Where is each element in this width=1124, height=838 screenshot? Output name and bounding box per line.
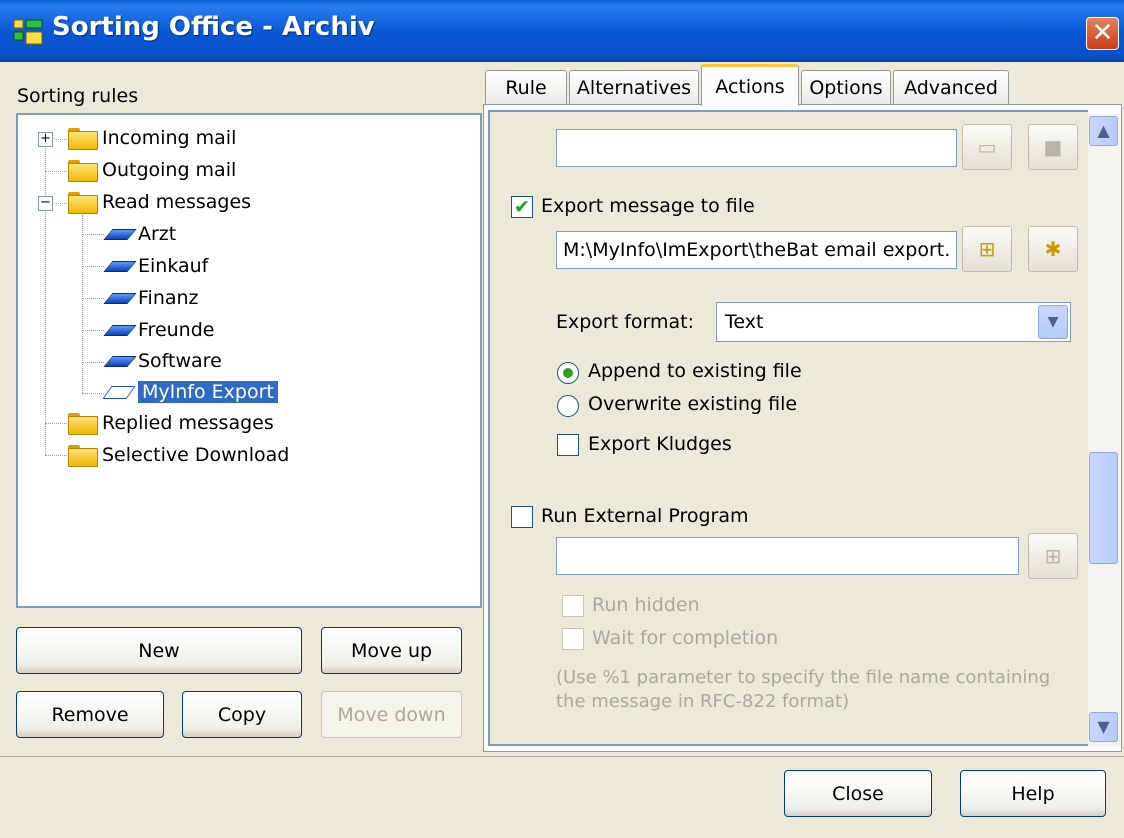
new-rule-button[interactable]: New <box>16 627 302 674</box>
window-title: Sorting Office - Archiv <box>52 12 375 42</box>
parameter-hint-line2: the message in RFC-822 format) <box>556 691 850 712</box>
rule-icon <box>104 353 134 369</box>
rule-icon <box>104 322 134 338</box>
scroll-up-icon[interactable]: ▲ <box>1089 116 1118 146</box>
tree-item-arzt[interactable]: Arzt <box>104 219 176 249</box>
append-radio[interactable] <box>557 362 579 384</box>
export-format-value: Text <box>725 311 764 333</box>
export-to-file-label: Export message to file <box>541 195 755 217</box>
title-bar: Sorting Office - Archiv ✕ <box>0 0 1124 62</box>
folder-icon <box>68 413 98 435</box>
tree-item-label: Replied messages <box>102 412 274 434</box>
wait-completion-label: Wait for completion <box>592 627 779 649</box>
tree-item-label: Incoming mail <box>102 127 237 149</box>
top-action-field[interactable] <box>556 129 957 167</box>
parameter-hint-line1: (Use %1 parameter to specify the file na… <box>556 667 1051 688</box>
move-down-button[interactable]: Move down <box>321 691 462 738</box>
collapse-read-icon[interactable]: − <box>38 196 53 211</box>
tree-item-label: Freunde <box>138 319 215 341</box>
rule-icon <box>104 226 134 242</box>
sorting-rules-label: Sorting rules <box>17 85 139 107</box>
run-hidden-label: Run hidden <box>592 594 700 616</box>
export-path-field[interactable]: M:\MyInfo\ImExport\theBat email export. <box>556 231 957 269</box>
sorting-rules-tree[interactable]: + − Incoming mail Outgoing mail Read mes… <box>16 113 482 608</box>
address-card-icon: ▭ <box>977 135 997 159</box>
tree-item-label: Software <box>138 350 222 372</box>
run-hidden-checkbox[interactable] <box>562 595 584 617</box>
tree-item-label: Read messages <box>102 191 252 213</box>
footer-divider <box>0 756 1124 757</box>
folder-icon <box>68 445 98 467</box>
close-window-button[interactable]: ✕ <box>1086 17 1119 50</box>
stamp-button[interactable]: ■ <box>1028 124 1078 170</box>
tab-rule[interactable]: Rule <box>485 70 567 104</box>
tree-item-myinfo-export[interactable]: MyInfo Export <box>104 377 278 407</box>
export-format-select[interactable]: Text ▼ <box>716 302 1071 342</box>
tree-item-freunde[interactable]: Freunde <box>104 315 214 345</box>
rule-icon <box>104 290 134 306</box>
tree-item-selective-download[interactable]: Selective Download <box>68 440 289 470</box>
new-file-button[interactable]: ✱ <box>1028 226 1078 272</box>
tree-item-outgoing-mail[interactable]: Outgoing mail <box>68 155 236 185</box>
export-to-file-checkbox[interactable]: ✔ <box>511 196 533 218</box>
tree-item-label: Selective Download <box>102 444 290 466</box>
expand-incoming-icon[interactable]: + <box>38 132 53 147</box>
tree-item-read-messages[interactable]: Read messages <box>68 187 251 217</box>
rule-icon <box>104 258 134 274</box>
chevron-down-icon[interactable]: ▼ <box>1038 305 1068 339</box>
tree-item-label: Einkauf <box>138 255 209 277</box>
folder-tree-icon: ⊞ <box>978 237 996 261</box>
external-program-field[interactable] <box>556 537 1019 575</box>
rule-open-icon <box>104 383 134 401</box>
close-button[interactable]: Close <box>784 770 932 817</box>
overwrite-label: Overwrite existing file <box>588 393 798 415</box>
tree-item-incoming-mail[interactable]: Incoming mail <box>68 123 236 153</box>
export-format-label: Export format: <box>556 311 695 333</box>
wait-completion-checkbox[interactable] <box>562 628 584 650</box>
new-file-icon: ✱ <box>1044 237 1062 261</box>
export-kludges-checkbox[interactable] <box>557 434 579 456</box>
tree-item-replied-messages[interactable]: Replied messages <box>68 408 274 438</box>
address-book-button[interactable]: ▭ <box>962 124 1012 170</box>
help-button[interactable]: Help <box>960 770 1106 817</box>
tab-alternatives[interactable]: Alternatives <box>569 70 699 104</box>
folder-icon <box>68 128 98 150</box>
tab-actions[interactable]: Actions <box>701 64 799 106</box>
tree-item-finanz[interactable]: Finanz <box>104 283 199 313</box>
tree-item-label: Arzt <box>138 223 177 245</box>
tree-item-software[interactable]: Software <box>104 346 222 376</box>
stamp-icon: ■ <box>1043 135 1063 159</box>
folder-tree-icon: ⊞ <box>1044 544 1062 568</box>
vertical-scrollbar[interactable] <box>1088 114 1120 746</box>
scroll-thumb[interactable] <box>1089 452 1118 564</box>
move-up-button[interactable]: Move up <box>321 627 462 674</box>
run-external-checkbox[interactable] <box>511 506 533 528</box>
append-label: Append to existing file <box>588 360 802 382</box>
tree-item-label: Outgoing mail <box>102 159 237 181</box>
copy-rule-button[interactable]: Copy <box>182 691 302 738</box>
tab-options[interactable]: Options <box>801 70 891 104</box>
folder-icon <box>68 192 98 214</box>
tree-item-label: Finanz <box>138 287 199 309</box>
folder-icon <box>68 160 98 182</box>
tab-advanced[interactable]: Advanced <box>893 70 1009 104</box>
browse-folder-button[interactable]: ⊞ <box>962 226 1012 272</box>
remove-rule-button[interactable]: Remove <box>16 691 164 738</box>
overwrite-radio[interactable] <box>557 395 579 417</box>
scroll-down-icon[interactable]: ▼ <box>1089 712 1118 742</box>
tree-item-einkauf[interactable]: Einkauf <box>104 251 208 281</box>
app-icon <box>13 19 43 45</box>
browse-program-button[interactable]: ⊞ <box>1028 533 1078 579</box>
export-kludges-label: Export Kludges <box>588 433 732 455</box>
run-external-label: Run External Program <box>541 505 749 527</box>
tree-item-label: MyInfo Export <box>138 381 278 403</box>
